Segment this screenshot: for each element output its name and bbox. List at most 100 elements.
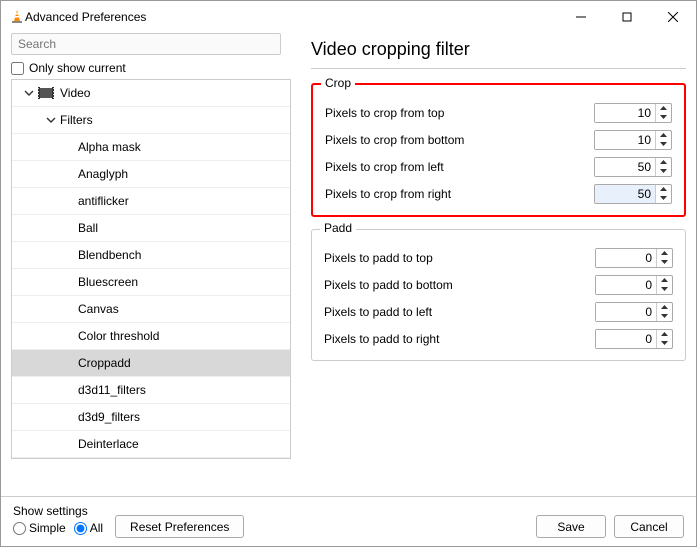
close-button[interactable] (650, 1, 696, 33)
stepper-down-icon[interactable] (657, 285, 672, 294)
stepper-up-icon[interactable] (656, 104, 671, 113)
padd-bottom-row: Pixels to padd to bottom (324, 271, 673, 298)
tree-item-anaglyph[interactable]: Anaglyph (12, 161, 290, 188)
left-panel: Only show current Video Filters Alpha ma… (11, 33, 291, 486)
tree-label: Filters (60, 113, 290, 127)
crop-right-spinner[interactable] (594, 184, 672, 204)
padd-left-label: Pixels to padd to left (324, 305, 432, 319)
save-button[interactable]: Save (536, 515, 606, 538)
padd-right-spinner[interactable] (595, 329, 673, 349)
crop-right-input[interactable] (595, 185, 655, 203)
tree-item-deinterlace[interactable]: Deinterlace (12, 431, 290, 458)
padd-right-input[interactable] (596, 330, 656, 348)
stepper-up-icon[interactable] (656, 185, 671, 194)
stepper-down-icon[interactable] (656, 140, 671, 149)
stepper-up-icon[interactable] (656, 131, 671, 140)
simple-radio[interactable]: Simple (13, 521, 66, 535)
padd-bottom-input[interactable] (596, 276, 656, 294)
window-controls (558, 1, 696, 33)
maximize-button[interactable] (604, 1, 650, 33)
crop-top-spinner[interactable] (594, 103, 672, 123)
stepper-up-icon[interactable] (657, 249, 672, 258)
window-title: Advanced Preferences (25, 10, 558, 24)
tree-label: Ball (78, 221, 290, 235)
padd-bottom-label: Pixels to padd to bottom (324, 278, 453, 292)
crop-left-row: Pixels to crop from left (325, 153, 672, 180)
tree-label: Anaglyph (78, 167, 290, 181)
stepper-up-icon[interactable] (656, 158, 671, 167)
crop-bottom-input[interactable] (595, 131, 655, 149)
padd-legend: Padd (320, 221, 356, 235)
stepper-up-icon[interactable] (657, 330, 672, 339)
tree-label: Blendbench (78, 248, 290, 262)
cancel-button[interactable]: Cancel (614, 515, 684, 538)
stepper-down-icon[interactable] (656, 113, 671, 122)
all-radio-label: All (90, 521, 103, 535)
padd-left-row: Pixels to padd to left (324, 298, 673, 325)
stepper-down-icon[interactable] (657, 258, 672, 267)
tree-label: Bluescreen (78, 275, 290, 289)
only-show-current-checkbox[interactable]: Only show current (11, 61, 291, 75)
stepper-down-icon[interactable] (657, 312, 672, 321)
tree-label: antiflicker (78, 194, 290, 208)
crop-top-input[interactable] (595, 104, 655, 122)
search-input[interactable] (11, 33, 281, 55)
padd-left-input[interactable] (596, 303, 656, 321)
footer: Show settings Simple All Reset Preferenc… (1, 496, 696, 546)
padd-left-spinner[interactable] (595, 302, 673, 322)
only-show-current-box[interactable] (11, 62, 24, 75)
titlebar: Advanced Preferences (1, 1, 696, 33)
crop-left-input[interactable] (595, 158, 655, 176)
crop-right-label: Pixels to crop from right (325, 187, 451, 201)
crop-left-label: Pixels to crop from left (325, 160, 444, 174)
tree-item-d3d9-filters[interactable]: d3d9_filters (12, 404, 290, 431)
tree-label: d3d11_filters (78, 383, 290, 397)
stepper-down-icon[interactable] (656, 194, 671, 203)
crop-top-row: Pixels to crop from top (325, 99, 672, 126)
chevron-down-icon[interactable] (42, 115, 60, 125)
tree-item-d3d11-filters[interactable]: d3d11_filters (12, 377, 290, 404)
stepper-up-icon[interactable] (657, 303, 672, 312)
preferences-tree[interactable]: Video Filters Alpha mask Anaglyph antifl… (11, 79, 291, 459)
padd-bottom-spinner[interactable] (595, 275, 673, 295)
padd-group: Padd Pixels to padd to top Pixels to pad… (311, 229, 686, 361)
tree-item-antiflicker[interactable]: antiflicker (12, 188, 290, 215)
tree-item-alpha-mask[interactable]: Alpha mask (12, 134, 290, 161)
crop-legend: Crop (321, 76, 355, 90)
tree-item-ball[interactable]: Ball (12, 215, 290, 242)
right-panel: Video cropping filter Crop Pixels to cro… (291, 33, 686, 486)
all-radio-input[interactable] (74, 522, 87, 535)
tree-label: d3d9_filters (78, 410, 290, 424)
simple-radio-input[interactable] (13, 522, 26, 535)
minimize-button[interactable] (558, 1, 604, 33)
padd-right-row: Pixels to padd to right (324, 325, 673, 352)
all-radio[interactable]: All (74, 521, 103, 535)
crop-bottom-row: Pixels to crop from bottom (325, 126, 672, 153)
tree-item-blendbench[interactable]: Blendbench (12, 242, 290, 269)
video-icon (38, 87, 54, 99)
padd-top-label: Pixels to padd to top (324, 251, 433, 265)
crop-left-spinner[interactable] (594, 157, 672, 177)
crop-right-row: Pixels to crop from right (325, 180, 672, 207)
tree-node-video[interactable]: Video (12, 80, 290, 107)
chevron-down-icon[interactable] (20, 88, 38, 98)
stepper-down-icon[interactable] (657, 339, 672, 348)
tree-item-canvas[interactable]: Canvas (12, 296, 290, 323)
stepper-down-icon[interactable] (656, 167, 671, 176)
crop-bottom-spinner[interactable] (594, 130, 672, 150)
tree-item-color-threshold[interactable]: Color threshold (12, 323, 290, 350)
stepper-up-icon[interactable] (657, 276, 672, 285)
crop-bottom-label: Pixels to crop from bottom (325, 133, 464, 147)
padd-top-input[interactable] (596, 249, 656, 267)
padd-top-spinner[interactable] (595, 248, 673, 268)
simple-radio-label: Simple (29, 521, 66, 535)
tree-label: Alpha mask (78, 140, 290, 154)
tree-item-bluescreen[interactable]: Bluescreen (12, 269, 290, 296)
padd-top-row: Pixels to padd to top (324, 244, 673, 271)
padd-right-label: Pixels to padd to right (324, 332, 439, 346)
tree-label: Deinterlace (78, 437, 290, 451)
reset-preferences-button[interactable]: Reset Preferences (115, 515, 244, 538)
tree-node-filters[interactable]: Filters (12, 107, 290, 134)
tree-item-croppadd[interactable]: Croppadd (12, 350, 290, 377)
only-show-current-label: Only show current (29, 61, 126, 75)
